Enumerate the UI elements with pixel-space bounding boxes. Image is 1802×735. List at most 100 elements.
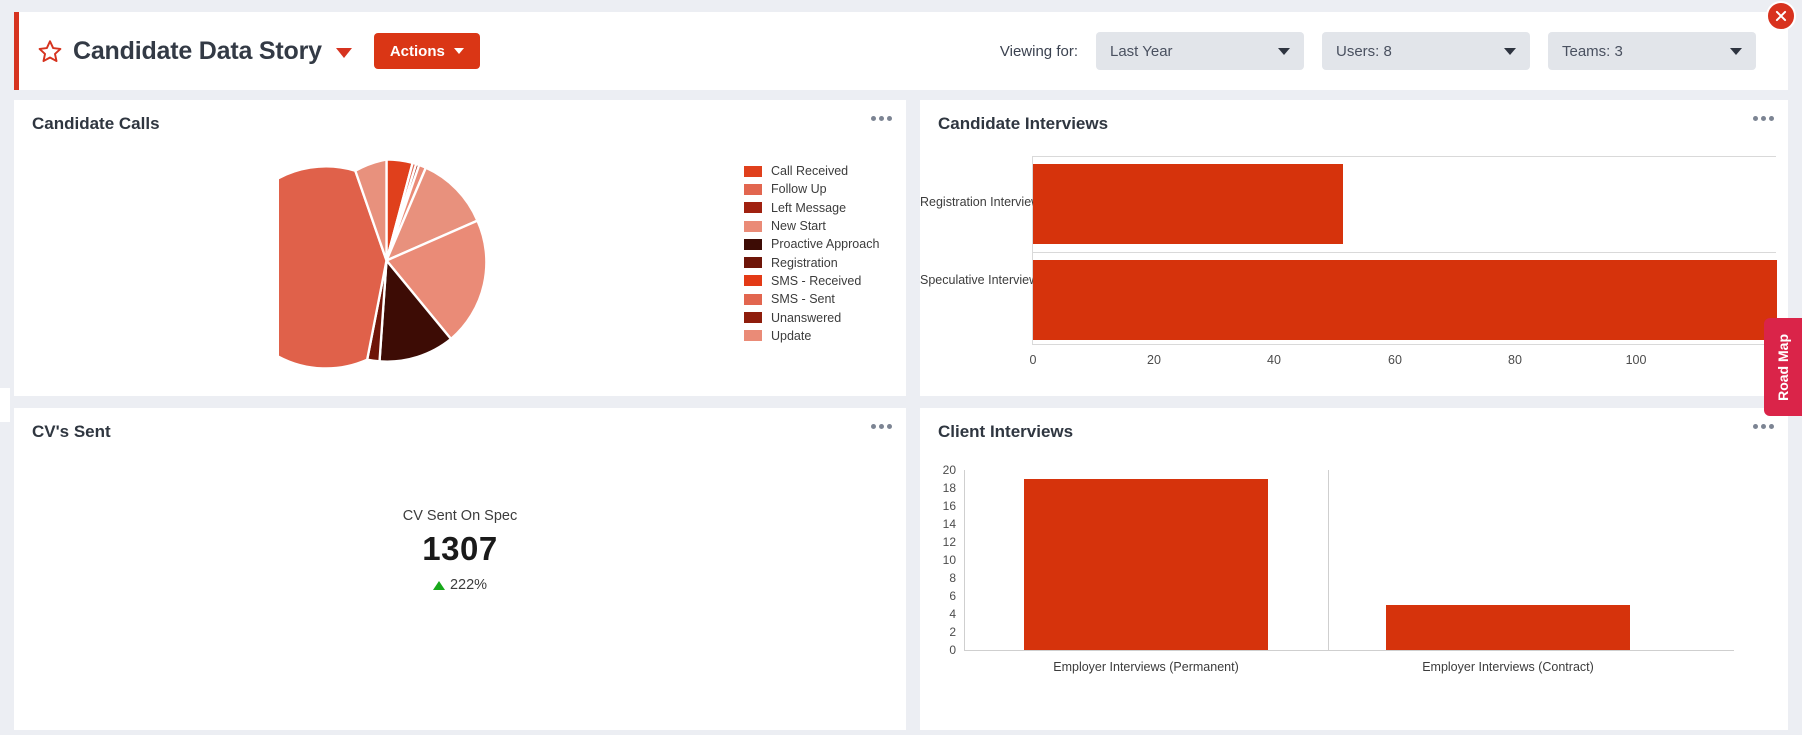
legend-label: Follow Up xyxy=(771,182,827,197)
x-axis-category-label: Employer Interviews (Contract) xyxy=(1422,660,1594,674)
kpi-label: CV Sent On Spec xyxy=(402,508,518,524)
widget-cvs-sent: CV's Sent CV Sent On Spec 1307 222% xyxy=(14,408,906,730)
legend-label: New Start xyxy=(771,219,826,234)
bar-registration-interview[interactable] xyxy=(1033,164,1343,244)
legend-swatch xyxy=(744,330,762,342)
filter-period-value: Last Year xyxy=(1110,42,1173,60)
widget-header: Candidate Interviews xyxy=(920,100,1788,148)
legend-label: Unanswered xyxy=(771,310,842,325)
widget-grid: Candidate Calls Call Received Follow Up … xyxy=(14,100,1788,730)
grid-line-top xyxy=(1032,156,1776,157)
chevron-down-icon xyxy=(1278,47,1290,55)
ellipsis-icon[interactable] xyxy=(1753,116,1774,121)
legend-label: Call Received xyxy=(771,164,849,179)
y-axis-tick: 20 xyxy=(942,463,956,477)
chevron-down-icon xyxy=(1730,47,1742,55)
widget-title: CV's Sent xyxy=(32,422,111,441)
legend-swatch xyxy=(744,293,762,305)
top-strip xyxy=(0,0,1802,12)
page-title: Candidate Data Story xyxy=(73,36,322,65)
ellipsis-icon[interactable] xyxy=(871,424,892,429)
kpi-delta-value: 222% xyxy=(449,577,488,593)
triangle-up-icon xyxy=(432,580,445,590)
viewing-for-label: Viewing for: xyxy=(999,42,1078,60)
widget-candidate-calls: Candidate Calls Call Received Follow Up … xyxy=(14,100,906,396)
widget-title: Candidate Calls xyxy=(32,114,160,133)
ellipsis-icon[interactable] xyxy=(1753,424,1774,429)
pie-chart-area: Call Received Follow Up Left Message New… xyxy=(14,148,906,388)
chevron-down-icon[interactable] xyxy=(335,48,352,58)
chevron-down-icon xyxy=(453,48,464,54)
vertical-bar-chart: 20 18 16 14 12 10 8 6 4 2 0 Employer Int… xyxy=(920,456,1788,718)
widget-client-interviews: Client Interviews 20 18 16 14 12 10 8 6 … xyxy=(920,408,1788,730)
header-left-group: Candidate Data Story Actions xyxy=(19,33,480,69)
legend-item[interactable]: Call Received xyxy=(744,162,879,180)
legend-item[interactable]: Update xyxy=(744,327,879,345)
legend-label: Registration xyxy=(771,255,838,270)
legend-label: SMS - Received xyxy=(771,273,862,288)
legend-swatch xyxy=(744,202,762,214)
axis-line-bottom xyxy=(1032,344,1776,345)
x-axis-tick: 0 xyxy=(1029,353,1037,367)
y-axis-tick: 16 xyxy=(942,499,956,513)
x-axis-tick: 40 xyxy=(1267,353,1281,367)
kpi-delta: 222% xyxy=(14,577,906,593)
bar-category-label: Speculative Interview xyxy=(920,273,1039,287)
legend-item[interactable]: Follow Up xyxy=(744,180,879,198)
x-axis-tick: 100 xyxy=(1625,353,1647,367)
star-icon[interactable] xyxy=(37,38,63,64)
widget-title: Candidate Interviews xyxy=(938,114,1109,133)
actions-button[interactable]: Actions xyxy=(373,33,480,69)
legend-item[interactable]: SMS - Sent xyxy=(744,290,879,308)
road-map-tab[interactable]: Road Map xyxy=(1764,318,1802,416)
dashboard-header: Candidate Data Story Actions Viewing for… xyxy=(14,12,1788,90)
filter-teams-select[interactable]: Teams: 3 xyxy=(1548,32,1756,70)
road-map-tab-label: Road Map xyxy=(1775,333,1791,401)
chevron-down-icon xyxy=(1504,47,1516,55)
widget-header: CV's Sent xyxy=(14,408,906,456)
legend-swatch xyxy=(744,220,762,232)
bar-employer-interviews-permanent[interactable] xyxy=(1024,479,1268,650)
legend-label: Left Message xyxy=(771,200,847,215)
pie-legend: Call Received Follow Up Left Message New… xyxy=(744,162,879,345)
legend-item[interactable]: SMS - Received xyxy=(744,272,879,290)
close-button[interactable] xyxy=(1766,1,1796,31)
grid-line-mid xyxy=(1032,252,1776,253)
legend-item[interactable]: Proactive Approach xyxy=(744,235,879,253)
y-axis-tick: 18 xyxy=(942,481,956,495)
dashboard-page: Candidate Data Story Actions Viewing for… xyxy=(0,0,1802,735)
y-axis-tick: 0 xyxy=(949,643,956,657)
bar-employer-interviews-contract[interactable] xyxy=(1386,605,1630,650)
x-axis-line xyxy=(964,650,1734,651)
legend-swatch xyxy=(744,257,762,269)
y-axis-tick: 8 xyxy=(949,571,956,585)
filter-period-select[interactable]: Last Year xyxy=(1096,32,1304,70)
legend-item[interactable]: New Start xyxy=(744,217,879,235)
candidate-calls-pie xyxy=(279,153,494,368)
legend-swatch xyxy=(744,275,762,287)
close-icon xyxy=(1775,10,1787,22)
y-axis-tick: 10 xyxy=(942,553,956,567)
y-axis-tick: 6 xyxy=(949,589,956,603)
legend-item[interactable]: Registration xyxy=(744,253,879,271)
y-axis-tick: 12 xyxy=(942,535,956,549)
legend-item[interactable]: Left Message xyxy=(744,199,879,217)
legend-label: Proactive Approach xyxy=(771,237,880,252)
legend-item[interactable]: Unanswered xyxy=(744,308,879,326)
widget-candidate-interviews: Candidate Interviews Registration Interv… xyxy=(920,100,1788,396)
x-axis-tick: 20 xyxy=(1147,353,1161,367)
y-axis-tick: 2 xyxy=(949,625,956,639)
filter-users-select[interactable]: Users: 8 xyxy=(1322,32,1530,70)
filter-teams-value: Teams: 3 xyxy=(1562,42,1623,60)
bar-speculative-interview[interactable] xyxy=(1033,260,1777,340)
x-axis-tick: 60 xyxy=(1388,353,1402,367)
horizontal-bar-chart: Registration Interview Speculative Inter… xyxy=(920,148,1788,388)
legend-swatch xyxy=(744,238,762,250)
bar-category-label: Registration Interview xyxy=(920,195,1041,209)
legend-swatch xyxy=(744,165,762,177)
category-divider-line xyxy=(1328,470,1329,650)
header-filters: Viewing for: Last Year Users: 8 Teams: 3 xyxy=(1000,32,1788,70)
ellipsis-icon[interactable] xyxy=(871,116,892,121)
x-axis-category-label: Employer Interviews (Permanent) xyxy=(1053,660,1239,674)
left-collapse-handle[interactable] xyxy=(0,388,10,422)
